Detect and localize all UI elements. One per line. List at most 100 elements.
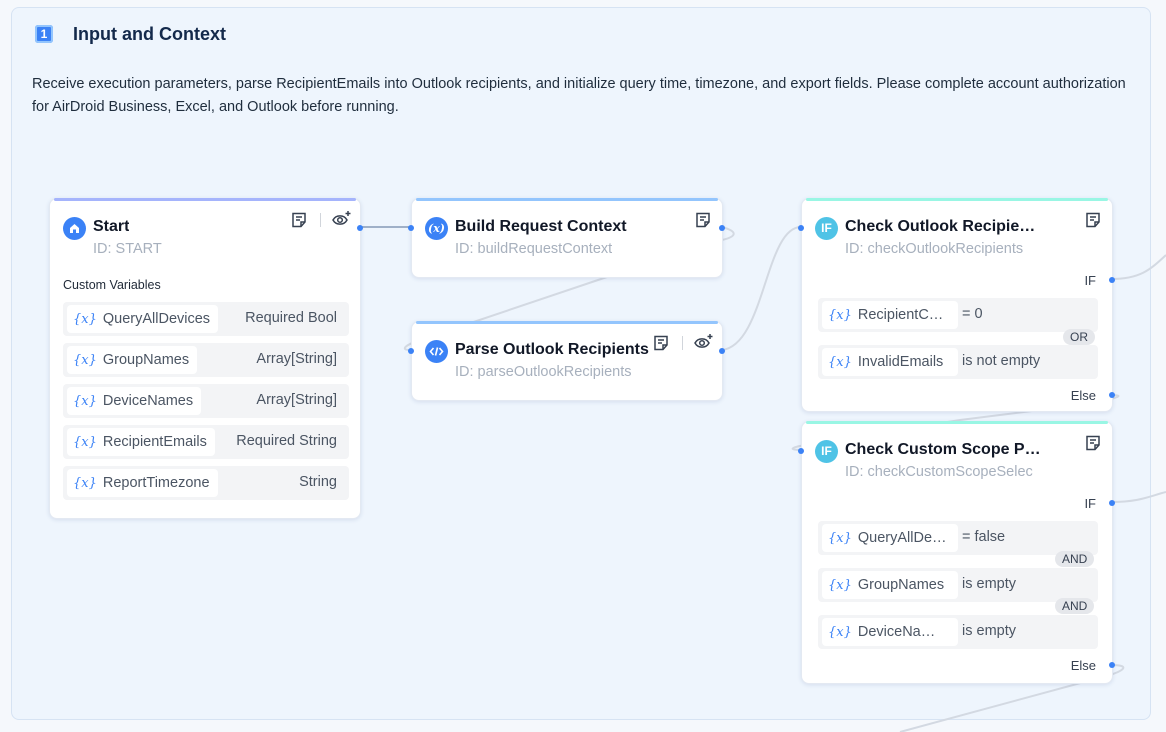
home-icon bbox=[63, 217, 86, 240]
note-icon[interactable] bbox=[694, 211, 712, 229]
note-icon[interactable] bbox=[290, 211, 308, 229]
condition-row: {x} InvalidEmails is not empty bbox=[818, 345, 1098, 379]
node-accent-bar bbox=[416, 198, 718, 201]
note-icon[interactable] bbox=[652, 334, 670, 352]
condition-operator: = false bbox=[962, 529, 1006, 545]
parse-outlook-recipients-node[interactable]: Parse Outlook Recipients ID: parseOutloo… bbox=[408, 321, 725, 401]
condition-row: {x} GroupNames is empty bbox=[818, 568, 1098, 602]
node-accent-bar bbox=[806, 198, 1108, 201]
variable-chip: {x} GroupNames bbox=[67, 346, 198, 374]
node-accent-bar bbox=[54, 198, 356, 201]
input-port[interactable] bbox=[798, 448, 804, 454]
group-title: Input and Context bbox=[73, 24, 226, 44]
variable-icon: {x} bbox=[73, 434, 97, 450]
variable-icon: {x} bbox=[828, 624, 852, 640]
node-id: ID: START bbox=[93, 241, 162, 257]
condition-operator: is not empty bbox=[962, 353, 1041, 369]
variable-chip: {x} RecipientEmails bbox=[67, 428, 215, 456]
build-request-context-node[interactable]: (x) Build Request Context ID: buildReque… bbox=[408, 198, 725, 278]
else-output-port[interactable] bbox=[1109, 662, 1115, 668]
variable-icon: {x} bbox=[828, 577, 852, 593]
variable-row: {x} DeviceNames Array[String] bbox=[63, 384, 349, 418]
variable-icon: {x} bbox=[73, 475, 97, 491]
variable-name: QueryAllDevices bbox=[102, 311, 211, 327]
variable-icon: {x} bbox=[73, 393, 97, 409]
node-accent-bar bbox=[416, 321, 718, 324]
condition-operator: is empty bbox=[962, 576, 1016, 592]
output-port[interactable] bbox=[719, 348, 725, 354]
output-port[interactable] bbox=[719, 225, 725, 231]
variable-name: DeviceNames bbox=[102, 393, 194, 409]
toolbar-separator bbox=[320, 213, 321, 227]
if-output-port[interactable] bbox=[1109, 500, 1115, 506]
variable-type: Array[String] bbox=[256, 392, 337, 408]
condition-variable-chip: {x} RecipientC… bbox=[822, 301, 958, 329]
variable-type: String bbox=[299, 474, 337, 490]
variable-type: Required Bool bbox=[245, 310, 337, 326]
note-icon[interactable] bbox=[1084, 434, 1102, 452]
node-title: Start bbox=[93, 218, 130, 235]
if-icon: IF bbox=[815, 217, 838, 240]
logic-badge: AND bbox=[1055, 551, 1095, 567]
node-accent-bar bbox=[806, 421, 1108, 424]
node-title: Check Outlook Recipie… bbox=[845, 218, 1036, 235]
variable-row: {x} GroupNames Array[String] bbox=[63, 343, 349, 377]
variable-icon: {x} bbox=[828, 530, 852, 546]
start-node[interactable]: Start ID: START Custom Variables {x} Quer… bbox=[49, 198, 363, 519]
variable-chip: {x} DeviceNames bbox=[67, 387, 202, 415]
variable-icon: {x} bbox=[828, 307, 852, 323]
variable-type: Array[String] bbox=[256, 351, 337, 367]
condition-row: {x} DeviceNa… is empty bbox=[818, 615, 1098, 649]
input-port[interactable] bbox=[798, 225, 804, 231]
check-custom-scope-node[interactable]: IF Check Custom Scope P… ID: checkCustom… bbox=[798, 421, 1115, 684]
output-port[interactable] bbox=[357, 225, 363, 231]
condition-variable-chip: {x} InvalidEmails bbox=[822, 348, 958, 376]
variable-icon: (x) bbox=[425, 217, 448, 240]
node-id: ID: checkCustomScopeSelec bbox=[845, 464, 1033, 480]
check-outlook-recipients-node[interactable]: IF Check Outlook Recipie… ID: checkOutlo… bbox=[798, 198, 1115, 412]
node-title: Parse Outlook Recipients bbox=[455, 341, 649, 358]
variable-chip: {x} QueryAllDevices bbox=[67, 305, 219, 333]
logic-badge: OR bbox=[1063, 329, 1095, 345]
toolbar-separator bbox=[682, 336, 683, 350]
variable-type: Required String bbox=[236, 433, 337, 449]
condition-variable: GroupNames bbox=[857, 577, 945, 593]
node-title: Check Custom Scope P… bbox=[845, 441, 1041, 458]
condition-variable-chip: {x} DeviceNa… bbox=[822, 618, 958, 646]
variable-name: GroupNames bbox=[102, 352, 190, 368]
variable-chip: {x} ReportTimezone bbox=[67, 469, 218, 497]
variable-row: {x} RecipientEmails Required String bbox=[63, 425, 349, 459]
if-icon: IF bbox=[815, 440, 838, 463]
condition-variable: InvalidEmails bbox=[857, 354, 944, 370]
input-port[interactable] bbox=[408, 348, 414, 354]
condition-row: {x} RecipientC… = 0 bbox=[818, 298, 1098, 332]
variable-name: ReportTimezone bbox=[102, 475, 210, 491]
condition-variable: QueryAllDe… bbox=[857, 530, 947, 546]
variable-row: {x} QueryAllDevices Required Bool bbox=[63, 302, 349, 336]
eye-add-icon[interactable] bbox=[693, 332, 715, 352]
variable-row: {x} ReportTimezone String bbox=[63, 466, 349, 500]
condition-operator: = 0 bbox=[962, 306, 983, 322]
condition-variable-chip: {x} GroupNames bbox=[822, 571, 958, 599]
else-branch-label: Else bbox=[1070, 388, 1096, 403]
condition-row: {x} QueryAllDe… = false bbox=[818, 521, 1098, 555]
note-icon[interactable] bbox=[1084, 211, 1102, 229]
node-title: Build Request Context bbox=[455, 218, 627, 235]
node-id: ID: parseOutlookRecipients bbox=[455, 364, 632, 380]
if-output-port[interactable] bbox=[1109, 277, 1115, 283]
custom-variables-label: Custom Variables bbox=[63, 278, 161, 292]
input-port[interactable] bbox=[408, 225, 414, 231]
else-output-port[interactable] bbox=[1109, 392, 1115, 398]
if-branch-label: IF bbox=[1084, 273, 1096, 288]
variable-name: RecipientEmails bbox=[102, 434, 207, 450]
variable-icon: {x} bbox=[828, 354, 852, 370]
eye-add-icon[interactable] bbox=[331, 209, 353, 229]
code-icon bbox=[425, 340, 448, 363]
variable-icon: {x} bbox=[73, 352, 97, 368]
node-id: ID: buildRequestContext bbox=[455, 241, 613, 257]
logic-badge: AND bbox=[1055, 598, 1095, 614]
condition-variable-chip: {x} QueryAllDe… bbox=[822, 524, 958, 552]
else-branch-label: Else bbox=[1070, 658, 1096, 673]
condition-operator: is empty bbox=[962, 623, 1016, 639]
group-number-badge: 1 bbox=[35, 25, 53, 43]
